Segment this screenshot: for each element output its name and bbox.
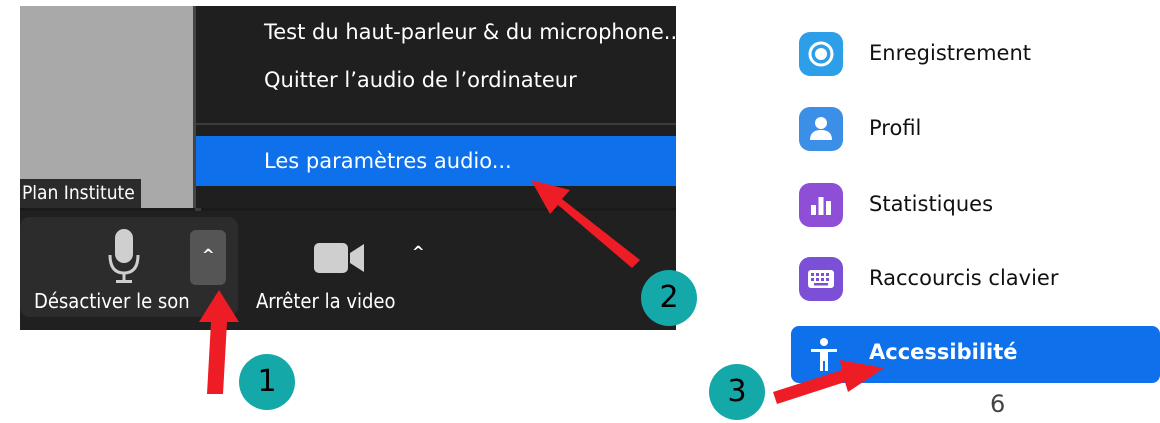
- arrow-1: [199, 290, 239, 394]
- step-badge-2: 2: [641, 270, 697, 326]
- arrow-2: [531, 180, 640, 268]
- annotation-arrows: [199, 180, 884, 404]
- step-badge-1: 1: [239, 354, 295, 410]
- step-badge-3: 3: [709, 364, 765, 420]
- arrow-3: [773, 360, 884, 404]
